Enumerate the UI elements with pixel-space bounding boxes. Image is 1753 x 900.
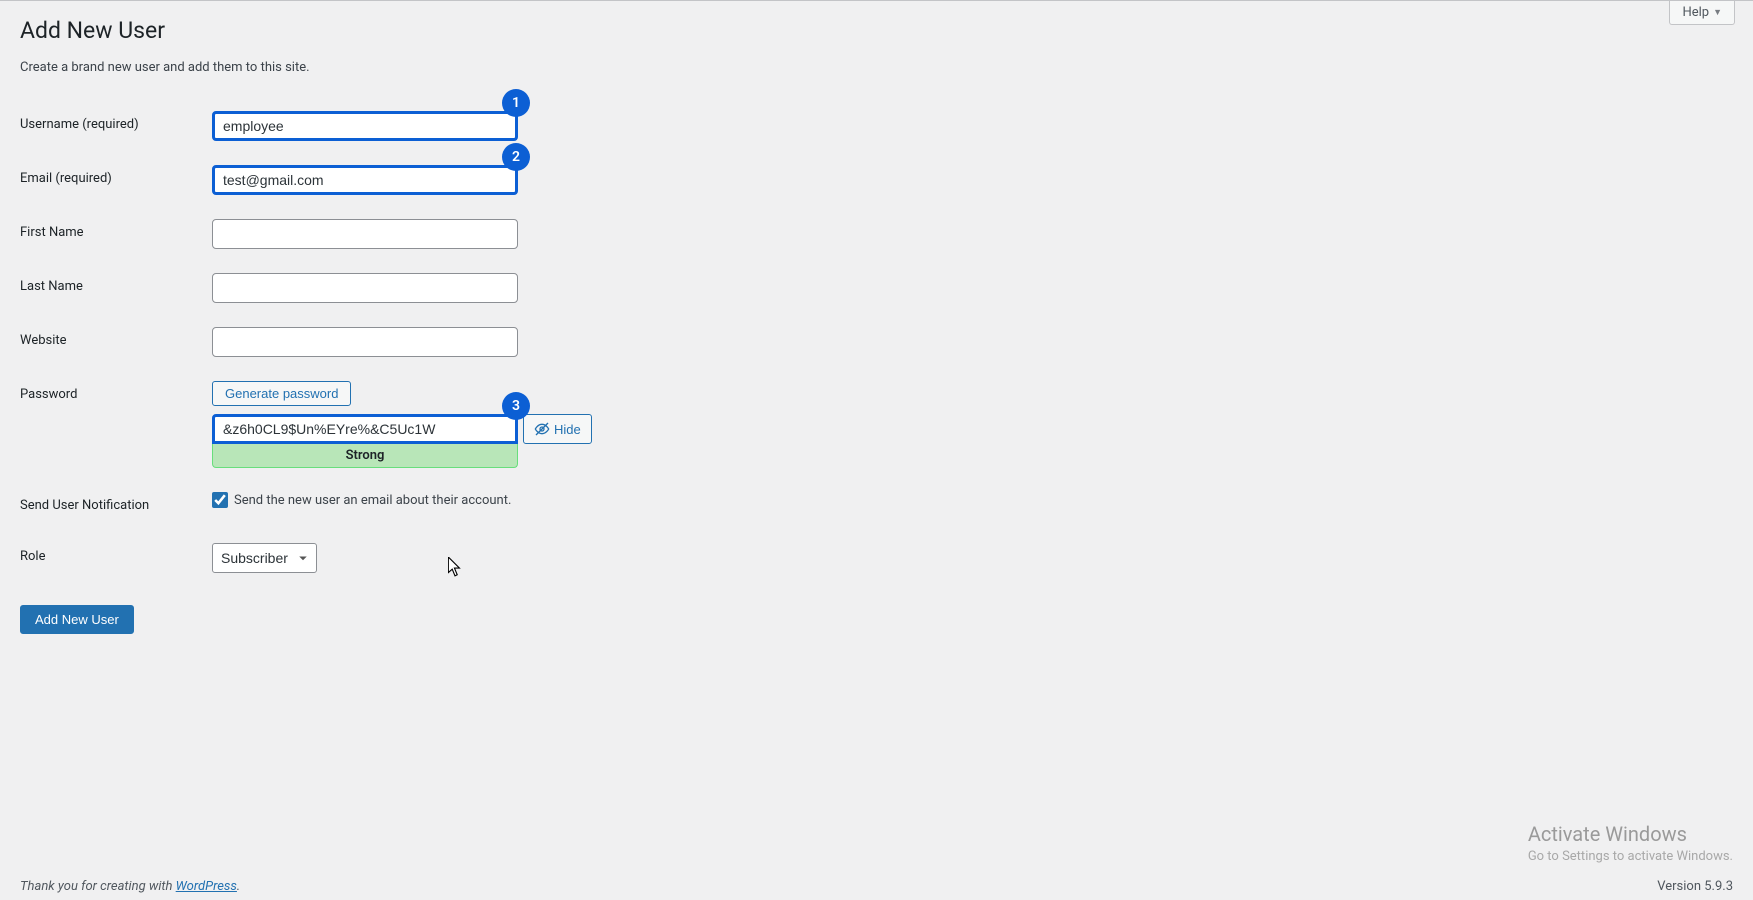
- step-badge-1: 1: [502, 89, 530, 117]
- hide-label: Hide: [554, 422, 581, 437]
- notification-checkbox[interactable]: [212, 492, 228, 508]
- notification-text: Send the new user an email about their a…: [234, 493, 511, 508]
- password-label: Password: [20, 387, 77, 402]
- email-label: Email: [20, 171, 52, 186]
- watermark-subtitle: Go to Settings to activate Windows.: [1528, 848, 1733, 866]
- eye-slash-icon: [534, 421, 550, 437]
- footer-thanks: Thank you for creating with: [20, 879, 176, 894]
- role-label: Role: [20, 549, 45, 564]
- hide-password-button[interactable]: Hide: [523, 414, 592, 444]
- add-new-user-button[interactable]: Add New User: [20, 605, 134, 634]
- footer-suffix: .: [237, 879, 240, 894]
- password-input[interactable]: [212, 414, 518, 444]
- windows-watermark: Activate Windows Go to Settings to activ…: [1528, 820, 1733, 866]
- notification-label: Send User Notification: [20, 498, 149, 513]
- first-name-label: First Name: [20, 225, 84, 240]
- last-name-label: Last Name: [20, 279, 83, 294]
- email-required: (required): [55, 171, 111, 186]
- help-tab[interactable]: Help ▼: [1669, 1, 1735, 25]
- username-label: Username: [20, 117, 79, 132]
- form-table: Username (required) 1 Email (required): [20, 99, 1733, 585]
- step-badge-2: 2: [502, 143, 530, 171]
- website-label: Website: [20, 333, 67, 348]
- step-badge-3: 3: [502, 392, 530, 420]
- password-strength-meter: Strong: [212, 444, 518, 468]
- wordpress-link[interactable]: WordPress: [176, 879, 237, 894]
- page-title: Add New User: [20, 17, 1733, 44]
- username-input[interactable]: [212, 111, 518, 141]
- chevron-down-icon: ▼: [1713, 7, 1722, 18]
- watermark-title: Activate Windows: [1528, 820, 1733, 848]
- last-name-input[interactable]: [212, 273, 518, 303]
- version-text: Version 5.9.3: [1657, 879, 1733, 894]
- role-select[interactable]: Subscriber: [212, 543, 317, 573]
- generate-password-button[interactable]: Generate password: [212, 381, 351, 406]
- page-description: Create a brand new user and add them to …: [20, 60, 1733, 75]
- email-input[interactable]: [212, 165, 518, 195]
- footer: Thank you for creating with WordPress. V…: [20, 879, 1733, 894]
- first-name-input[interactable]: [212, 219, 518, 249]
- website-input[interactable]: [212, 327, 518, 357]
- username-required: (required): [82, 117, 138, 132]
- help-label: Help: [1682, 5, 1709, 20]
- notification-checkbox-wrapper[interactable]: Send the new user an email about their a…: [212, 492, 511, 508]
